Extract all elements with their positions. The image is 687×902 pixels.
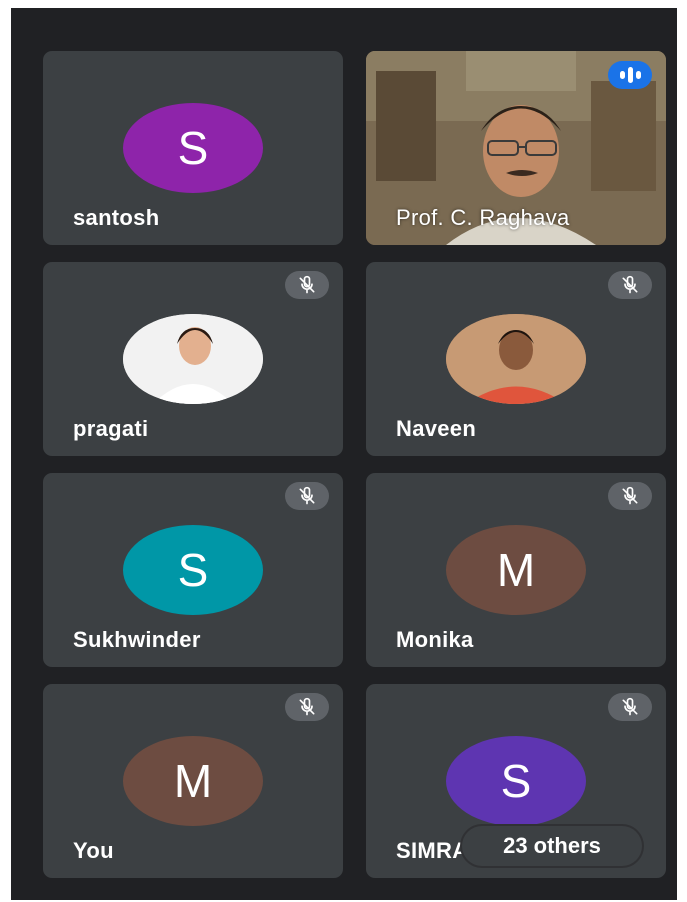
mic-off-icon: [285, 271, 329, 299]
participant-tile-pragati[interactable]: pragati: [43, 262, 343, 456]
participant-name: SIMRA: [396, 838, 469, 863]
participant-name: Monika: [396, 627, 474, 652]
participant-name: pragati: [73, 416, 149, 441]
participant-name: Prof. C. Raghava: [396, 205, 570, 230]
mic-off-icon: [608, 271, 652, 299]
avatar-initial: M: [123, 736, 263, 826]
meeting-screen: S santosh Prof. C. Raghava pragati Navee…: [11, 8, 677, 900]
participant-tile-naveen[interactable]: Naveen: [366, 262, 666, 456]
avatar-photo: [123, 314, 263, 404]
participant-name: Naveen: [396, 416, 477, 441]
participant-name: Sukhwinder: [73, 627, 201, 652]
mic-off-icon: [285, 693, 329, 721]
audio-level-icon: [608, 61, 652, 89]
avatar-initial: M: [446, 525, 586, 615]
participant-tile-monika[interactable]: M Monika: [366, 473, 666, 667]
avatar-initial: S: [446, 736, 586, 826]
participant-tile-you[interactable]: M You: [43, 684, 343, 878]
participant-name: You: [73, 838, 114, 863]
participant-tile-video[interactable]: Prof. C. Raghava: [366, 51, 666, 245]
participant-name: santosh: [73, 205, 160, 230]
participant-tile-santosh[interactable]: S santosh: [43, 51, 343, 245]
avatar-initial: S: [123, 103, 263, 193]
mic-off-icon: [285, 482, 329, 510]
participant-tile-sukhwinder[interactable]: S Sukhwinder: [43, 473, 343, 667]
others-participants-button[interactable]: 23 others: [462, 826, 642, 866]
mic-off-icon: [608, 482, 652, 510]
avatar-photo: [446, 314, 586, 404]
mic-off-icon: [608, 693, 652, 721]
avatar-initial: S: [123, 525, 263, 615]
